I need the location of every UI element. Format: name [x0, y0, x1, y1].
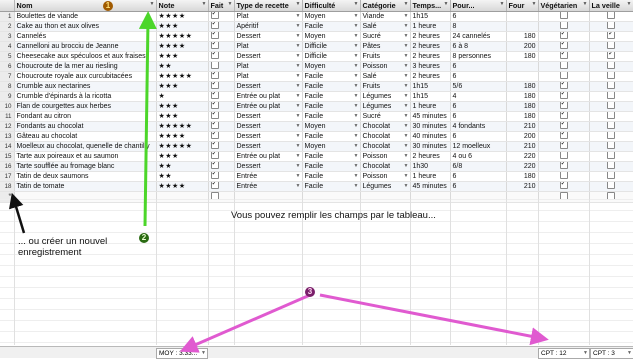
annotation-badge-2: 2 [139, 233, 149, 243]
black-arrow [8, 192, 26, 234]
pink-arrow-right [319, 293, 549, 346]
annotation-badge-3: 3 [305, 287, 315, 297]
pink-arrow-left [179, 293, 311, 353]
annotation-badge-1: 1 [103, 1, 113, 11]
green-arrow [138, 11, 157, 227]
create-record-caption-line1: ... ou créer un nouvel [18, 236, 108, 247]
create-record-caption-line2: enregistrement [18, 247, 82, 258]
fill-table-caption: Vous pouvez remplir les champs par le ta… [231, 210, 436, 221]
annotation-arrows [8, 11, 549, 353]
